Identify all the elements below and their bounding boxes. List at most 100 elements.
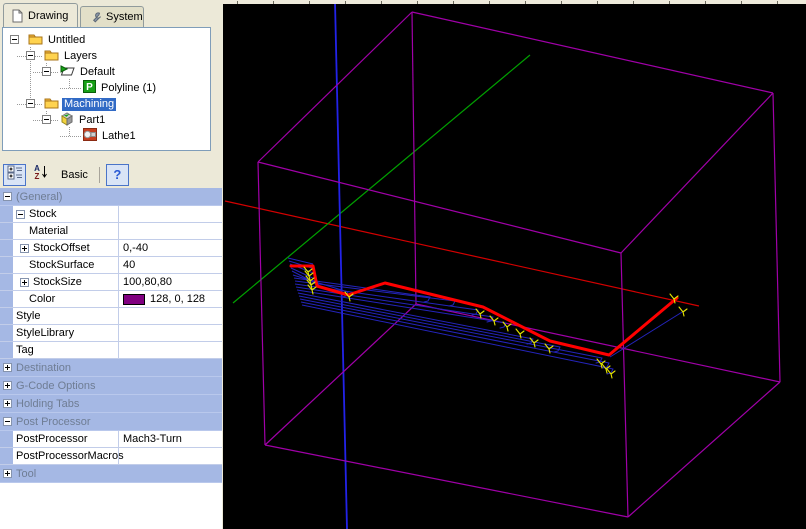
folder-icon (28, 32, 43, 48)
property-value[interactable]: 128, 0, 128 (118, 291, 222, 307)
expand-glyph[interactable] (16, 210, 25, 219)
categorized-view-button[interactable] (3, 164, 26, 186)
property-value[interactable]: 40 (118, 257, 222, 273)
property-row-stylelibrary[interactable]: StyleLibrary (0, 325, 222, 342)
property-row-color[interactable]: Color128, 0, 128 (0, 291, 222, 308)
property-value-text: 100,80,80 (123, 276, 172, 288)
ruler-tick (705, 1, 706, 4)
sort-az-icon: AZ (33, 164, 49, 185)
tree-expand-toggle[interactable] (42, 115, 51, 124)
expand-glyph[interactable] (3, 192, 12, 201)
property-value[interactable] (118, 342, 222, 358)
tree-expand-toggle[interactable] (26, 99, 35, 108)
property-category-destination[interactable]: Destination (0, 359, 222, 377)
property-value[interactable] (118, 448, 222, 464)
pass-end-hook (449, 301, 455, 306)
tree-item-label: Default (78, 66, 117, 79)
property-value[interactable]: 0,-40 (118, 240, 222, 256)
tab-system[interactable]: System (80, 6, 144, 27)
tree-item-layers[interactable]: Layers (44, 48, 99, 64)
roughing-pass (300, 299, 602, 358)
property-value[interactable] (118, 206, 222, 222)
expand-glyph[interactable] (3, 381, 12, 390)
property-row-stock[interactable]: Stock (0, 206, 222, 223)
ruler-tick (525, 1, 526, 4)
part-icon (60, 112, 74, 129)
tree-item-polyline-1-[interactable]: P Polyline (1) (83, 80, 158, 96)
ruler-tick (453, 1, 454, 4)
indent-strip (0, 342, 13, 358)
tree-item-lathe1[interactable]: Lathe1 (83, 128, 138, 144)
property-row-stockoffset[interactable]: StockOffset0,-40 (0, 240, 222, 257)
property-row-stocksize[interactable]: StockSize100,80,80 (0, 274, 222, 291)
tree-item-machining[interactable]: Machining (44, 96, 116, 112)
property-category--general-[interactable]: (General) (0, 188, 222, 206)
indent-strip (0, 431, 13, 447)
stock-box-edge (412, 12, 773, 93)
viewport-3d[interactable] (223, 0, 806, 529)
expand-glyph[interactable] (20, 278, 29, 287)
property-value[interactable] (118, 223, 222, 239)
expand-glyph[interactable] (3, 399, 12, 408)
drawing-tree[interactable]: UntitledLayers Default P Polyline (1) Machin… (2, 27, 211, 151)
property-row-stocksurface[interactable]: StockSurface40 (0, 257, 222, 274)
expand-glyph[interactable] (20, 244, 29, 253)
roughing-pass (293, 275, 348, 292)
property-row-postprocessormacros[interactable]: PostProcessorMacros (0, 448, 222, 465)
ruler-tick (669, 1, 670, 4)
ruler-tick (597, 1, 598, 4)
property-row-style[interactable]: Style (0, 308, 222, 325)
property-row-material[interactable]: Material (0, 223, 222, 240)
tree-expand-toggle[interactable] (42, 67, 51, 76)
expand-glyph[interactable] (3, 417, 12, 426)
property-value[interactable] (118, 308, 222, 324)
expand-glyph[interactable] (3, 469, 12, 478)
expand-glyph[interactable] (3, 363, 12, 372)
ruler-tick (345, 1, 346, 4)
alphabetical-sort-button[interactable]: AZ (29, 164, 52, 186)
svg-text:P: P (86, 82, 93, 93)
stock-box-edge (265, 445, 628, 517)
tab-label: Drawing (28, 10, 68, 22)
property-value[interactable]: Mach3-Turn (118, 431, 222, 447)
tab-drawing[interactable]: Drawing (3, 3, 78, 27)
layer-icon (60, 64, 75, 80)
property-name: Holding Tabs (16, 395, 222, 412)
property-category-holding-tabs[interactable]: Holding Tabs (0, 395, 222, 413)
ruler-tick (741, 1, 742, 4)
indent-strip (0, 308, 13, 324)
property-value[interactable] (118, 325, 222, 341)
indent-strip (0, 257, 13, 273)
ruler-tick (489, 1, 490, 4)
application-window: Drawing System UntitledLayers Default P Poly… (0, 0, 806, 529)
roughing-pass (288, 258, 313, 264)
tree-item-default[interactable]: Default (60, 64, 117, 80)
stock-box-edge (773, 93, 780, 382)
indent-strip (0, 448, 13, 464)
property-category-tool[interactable]: Tool (0, 465, 222, 483)
property-row-tag[interactable]: Tag (0, 342, 222, 359)
roughing-pass (302, 305, 613, 369)
tree-item-untitled[interactable]: Untitled (28, 32, 87, 48)
tree-item-label: Polyline (1) (99, 82, 158, 95)
color-swatch[interactable] (123, 294, 145, 305)
property-row-postprocessor[interactable]: PostProcessorMach3-Turn (0, 431, 222, 448)
tree-expand-toggle[interactable] (10, 35, 19, 44)
tree-connector (60, 88, 81, 89)
toolbar-separator (99, 167, 100, 183)
property-category-post-processor[interactable]: Post Processor (0, 413, 222, 431)
stock-box-edge (265, 304, 416, 445)
scene-canvas[interactable] (223, 0, 806, 529)
property-category-g-code-options[interactable]: G-Code Options (0, 377, 222, 395)
tree-item-part1[interactable]: Part1 (60, 112, 107, 128)
tree-expand-toggle[interactable] (26, 51, 35, 60)
property-name: G-Code Options (16, 377, 222, 394)
property-value[interactable]: 100,80,80 (118, 274, 222, 290)
property-name: Post Processor (16, 413, 222, 430)
ruler-tick (381, 1, 382, 4)
ruler-tick (417, 1, 418, 4)
roughing-pass (299, 296, 560, 347)
indent-strip (0, 206, 13, 222)
help-button[interactable]: ? (106, 164, 129, 186)
tree-item-label: Machining (62, 98, 116, 111)
